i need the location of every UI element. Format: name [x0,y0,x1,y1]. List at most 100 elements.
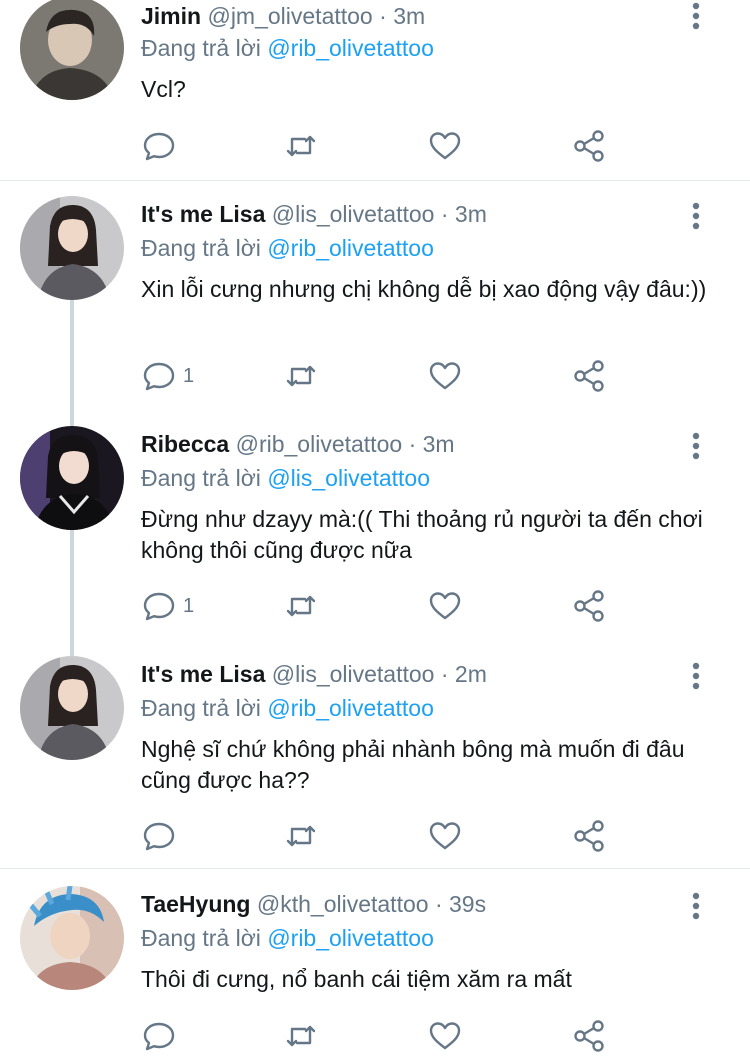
tweet-text: Nghệ sĩ chứ không phải nhành bông mà muố… [141,736,685,793]
user-handle[interactable]: @lis_olivetattoo [272,661,435,687]
heart-icon [429,592,461,620]
retweet-icon [286,595,316,617]
more-options-button[interactable] [686,2,706,30]
heart-icon [429,132,461,160]
share-button[interactable] [571,356,607,396]
retweet-button[interactable] [283,586,319,626]
reply-mention-link[interactable]: @rib_olivetattoo [267,925,434,951]
display-name[interactable]: TaeHyung [141,891,250,917]
display-name[interactable]: It's me Lisa [141,201,265,227]
separator-dot: · [440,201,449,227]
reply-mention-link[interactable]: @rib_olivetattoo [267,235,434,261]
more-vertical-icon [692,892,700,920]
tweet-card[interactable]: It's me Lisa @lis_olivetattoo · 2m Đang … [0,656,750,868]
tweet-text: Vcl? [141,76,186,102]
separator-dot: · [440,661,449,687]
tweet-text: Xin lỗi cưng nhưng chị không dễ bị xao đ… [141,276,707,302]
reply-button[interactable]: 1 [141,356,194,396]
heart-icon [429,1022,461,1050]
retweet-icon [286,825,316,847]
retweet-icon [286,365,316,387]
share-icon [574,130,604,162]
tweet-header: Ribecca @rib_olivetattoo · 3m [141,428,455,460]
user-handle[interactable]: @rib_olivetattoo [236,431,403,457]
retweet-button[interactable] [283,126,319,166]
share-icon [574,360,604,392]
tweet-card[interactable]: TaeHyung @kth_olivetattoo · 39s Đang trả… [0,886,750,1064]
retweet-button[interactable] [283,356,319,396]
tweet-divider [0,180,750,181]
timestamp[interactable]: 3m [393,3,425,29]
tweet-header: TaeHyung @kth_olivetattoo · 39s [141,888,486,920]
retweet-button[interactable] [283,816,319,856]
reply-context: Đang trả lời @lis_olivetattoo [141,462,430,494]
tweet-card[interactable]: Jimin @jm_olivetattoo · 3m Đang trả lời … [0,0,750,180]
tweet-text: Thôi đi cưng, nổ banh cái tiệm xăm ra mấ… [141,966,572,992]
more-vertical-icon [692,202,700,230]
user-handle[interactable]: @lis_olivetattoo [272,201,435,227]
reply-count: 1 [183,594,195,617]
reply-prefix: Đang trả lời [141,35,261,61]
like-button[interactable] [427,126,463,166]
share-button[interactable] [571,586,607,626]
like-button[interactable] [427,586,463,626]
reply-context: Đang trả lời @rib_olivetattoo [141,32,434,64]
user-handle[interactable]: @jm_olivetattoo [207,3,372,29]
tweet-text: Đừng như dzayy mà:(( Thi thoảng rủ người… [141,506,703,563]
avatar[interactable] [20,0,124,100]
tweet-divider [0,868,750,869]
more-vertical-icon [692,2,700,30]
action-bar: 1 [141,356,621,396]
more-vertical-icon [692,432,700,460]
avatar[interactable] [20,886,124,990]
share-button[interactable] [571,816,607,856]
reply-button[interactable] [141,816,183,856]
reply-button[interactable] [141,126,183,166]
action-bar [141,1016,621,1056]
more-options-button[interactable] [686,892,706,920]
reply-prefix: Đang trả lời [141,465,261,491]
user-handle[interactable]: @kth_olivetattoo [257,891,429,917]
reply-mention-link[interactable]: @rib_olivetattoo [267,695,434,721]
avatar[interactable] [20,656,124,760]
display-name[interactable]: Ribecca [141,431,229,457]
like-button[interactable] [427,1016,463,1056]
share-button[interactable] [571,126,607,166]
reply-icon [143,1022,175,1051]
like-button[interactable] [427,816,463,856]
reply-button[interactable]: 1 [141,586,194,626]
retweet-button[interactable] [283,1016,319,1056]
action-bar: 1 [141,586,621,626]
heart-icon [429,362,461,390]
retweet-icon [286,1025,316,1047]
more-options-button[interactable] [686,432,706,460]
timestamp[interactable]: 3m [423,431,455,457]
more-options-button[interactable] [686,662,706,690]
display-name[interactable]: Jimin [141,3,201,29]
timestamp[interactable]: 39s [449,891,486,917]
like-button[interactable] [427,356,463,396]
tweet-header: It's me Lisa @lis_olivetattoo · 2m [141,658,487,690]
share-button[interactable] [571,1016,607,1056]
avatar[interactable] [20,426,124,530]
reply-mention-link[interactable]: @lis_olivetattoo [267,465,430,491]
reply-context: Đang trả lời @rib_olivetattoo [141,692,434,724]
reply-prefix: Đang trả lời [141,695,261,721]
separator-dot: · [408,431,417,457]
separator-dot: · [379,3,387,29]
timestamp[interactable]: 2m [455,661,487,687]
avatar[interactable] [20,196,124,300]
more-options-button[interactable] [686,202,706,230]
reply-count: 1 [183,364,195,387]
tweet-card[interactable]: It's me Lisa @lis_olivetattoo · 3m Đang … [0,196,750,410]
reply-prefix: Đang trả lời [141,925,261,951]
display-name[interactable]: It's me Lisa [141,661,265,687]
heart-icon [429,822,461,850]
action-bar [141,816,621,856]
reply-button[interactable] [141,1016,183,1056]
timestamp[interactable]: 3m [455,201,487,227]
reply-mention-link[interactable]: @rib_olivetattoo [267,35,434,61]
tweet-card[interactable]: Ribecca @rib_olivetattoo · 3m Đang trả l… [0,426,750,640]
action-bar [141,126,621,166]
reply-context: Đang trả lời @rib_olivetattoo [141,922,434,954]
